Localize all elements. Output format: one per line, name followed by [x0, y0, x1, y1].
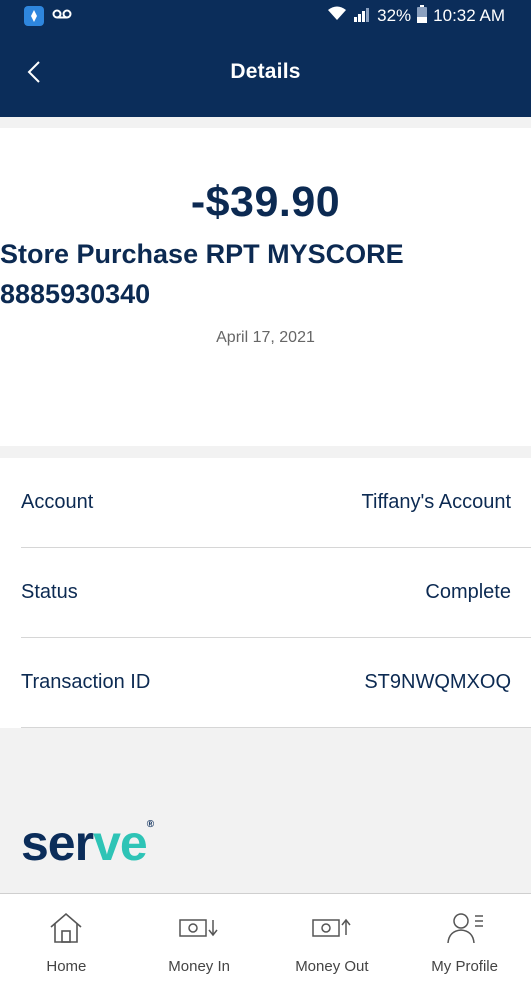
transaction-details: Account Tiffany's Account Status Complet…	[0, 458, 531, 728]
transaction-date: April 17, 2021	[216, 329, 315, 346]
home-icon	[46, 910, 86, 946]
nav-item-money-out[interactable]: Money Out	[266, 894, 398, 1001]
profile-icon	[445, 910, 485, 946]
nav-item-my-profile[interactable]: My Profile	[399, 894, 531, 1001]
wifi-icon	[327, 6, 347, 27]
detail-row-transaction-id: Transaction ID ST9NWQMXOQ	[21, 638, 531, 728]
battery-icon	[417, 4, 428, 28]
nav-label: My Profile	[431, 958, 498, 975]
detail-row-status: Status Complete	[21, 548, 531, 638]
page-title: Details	[230, 60, 301, 83]
app-notification-icon	[24, 6, 44, 26]
nav-label: Money In	[168, 958, 230, 975]
signal-icon	[353, 6, 371, 27]
brand-logo: serve®	[21, 815, 154, 871]
app-header: Details	[0, 32, 531, 117]
status-bar: 32% 10:32 AM	[0, 0, 531, 32]
voicemail-icon	[52, 7, 72, 25]
detail-value: ST9NWQMXOQ	[364, 671, 511, 693]
nav-item-home[interactable]: Home	[0, 894, 132, 1001]
status-left	[24, 6, 72, 26]
detail-label: Transaction ID	[21, 671, 151, 693]
clock: 10:32 AM	[433, 6, 505, 25]
serve-logo: serve®	[21, 815, 154, 871]
nav-label: Home	[46, 958, 87, 975]
detail-label: Status	[21, 581, 78, 603]
money-out-icon	[312, 910, 352, 946]
nav-label: Money Out	[295, 958, 369, 975]
transaction-amount: -$39.90	[190, 178, 341, 226]
status-right: 32% 10:32 AM	[327, 4, 505, 28]
money-in-icon	[179, 910, 219, 946]
detail-label: Account	[21, 491, 94, 513]
detail-row-account: Account Tiffany's Account	[21, 458, 531, 548]
nav-item-money-in[interactable]: Money In	[133, 894, 265, 1001]
bottom-nav: Home Money In Money Out My Profile	[0, 893, 531, 1001]
merchant-name: Store Purchase RPT MYSCORE 8885930340	[0, 239, 404, 309]
detail-value: Tiffany's Account	[361, 491, 511, 513]
transaction-summary: -$39.90 Store Purchase RPT MYSCORE 88859…	[0, 128, 531, 446]
battery-percent: 32%	[377, 6, 412, 25]
detail-value: Complete	[425, 581, 511, 603]
